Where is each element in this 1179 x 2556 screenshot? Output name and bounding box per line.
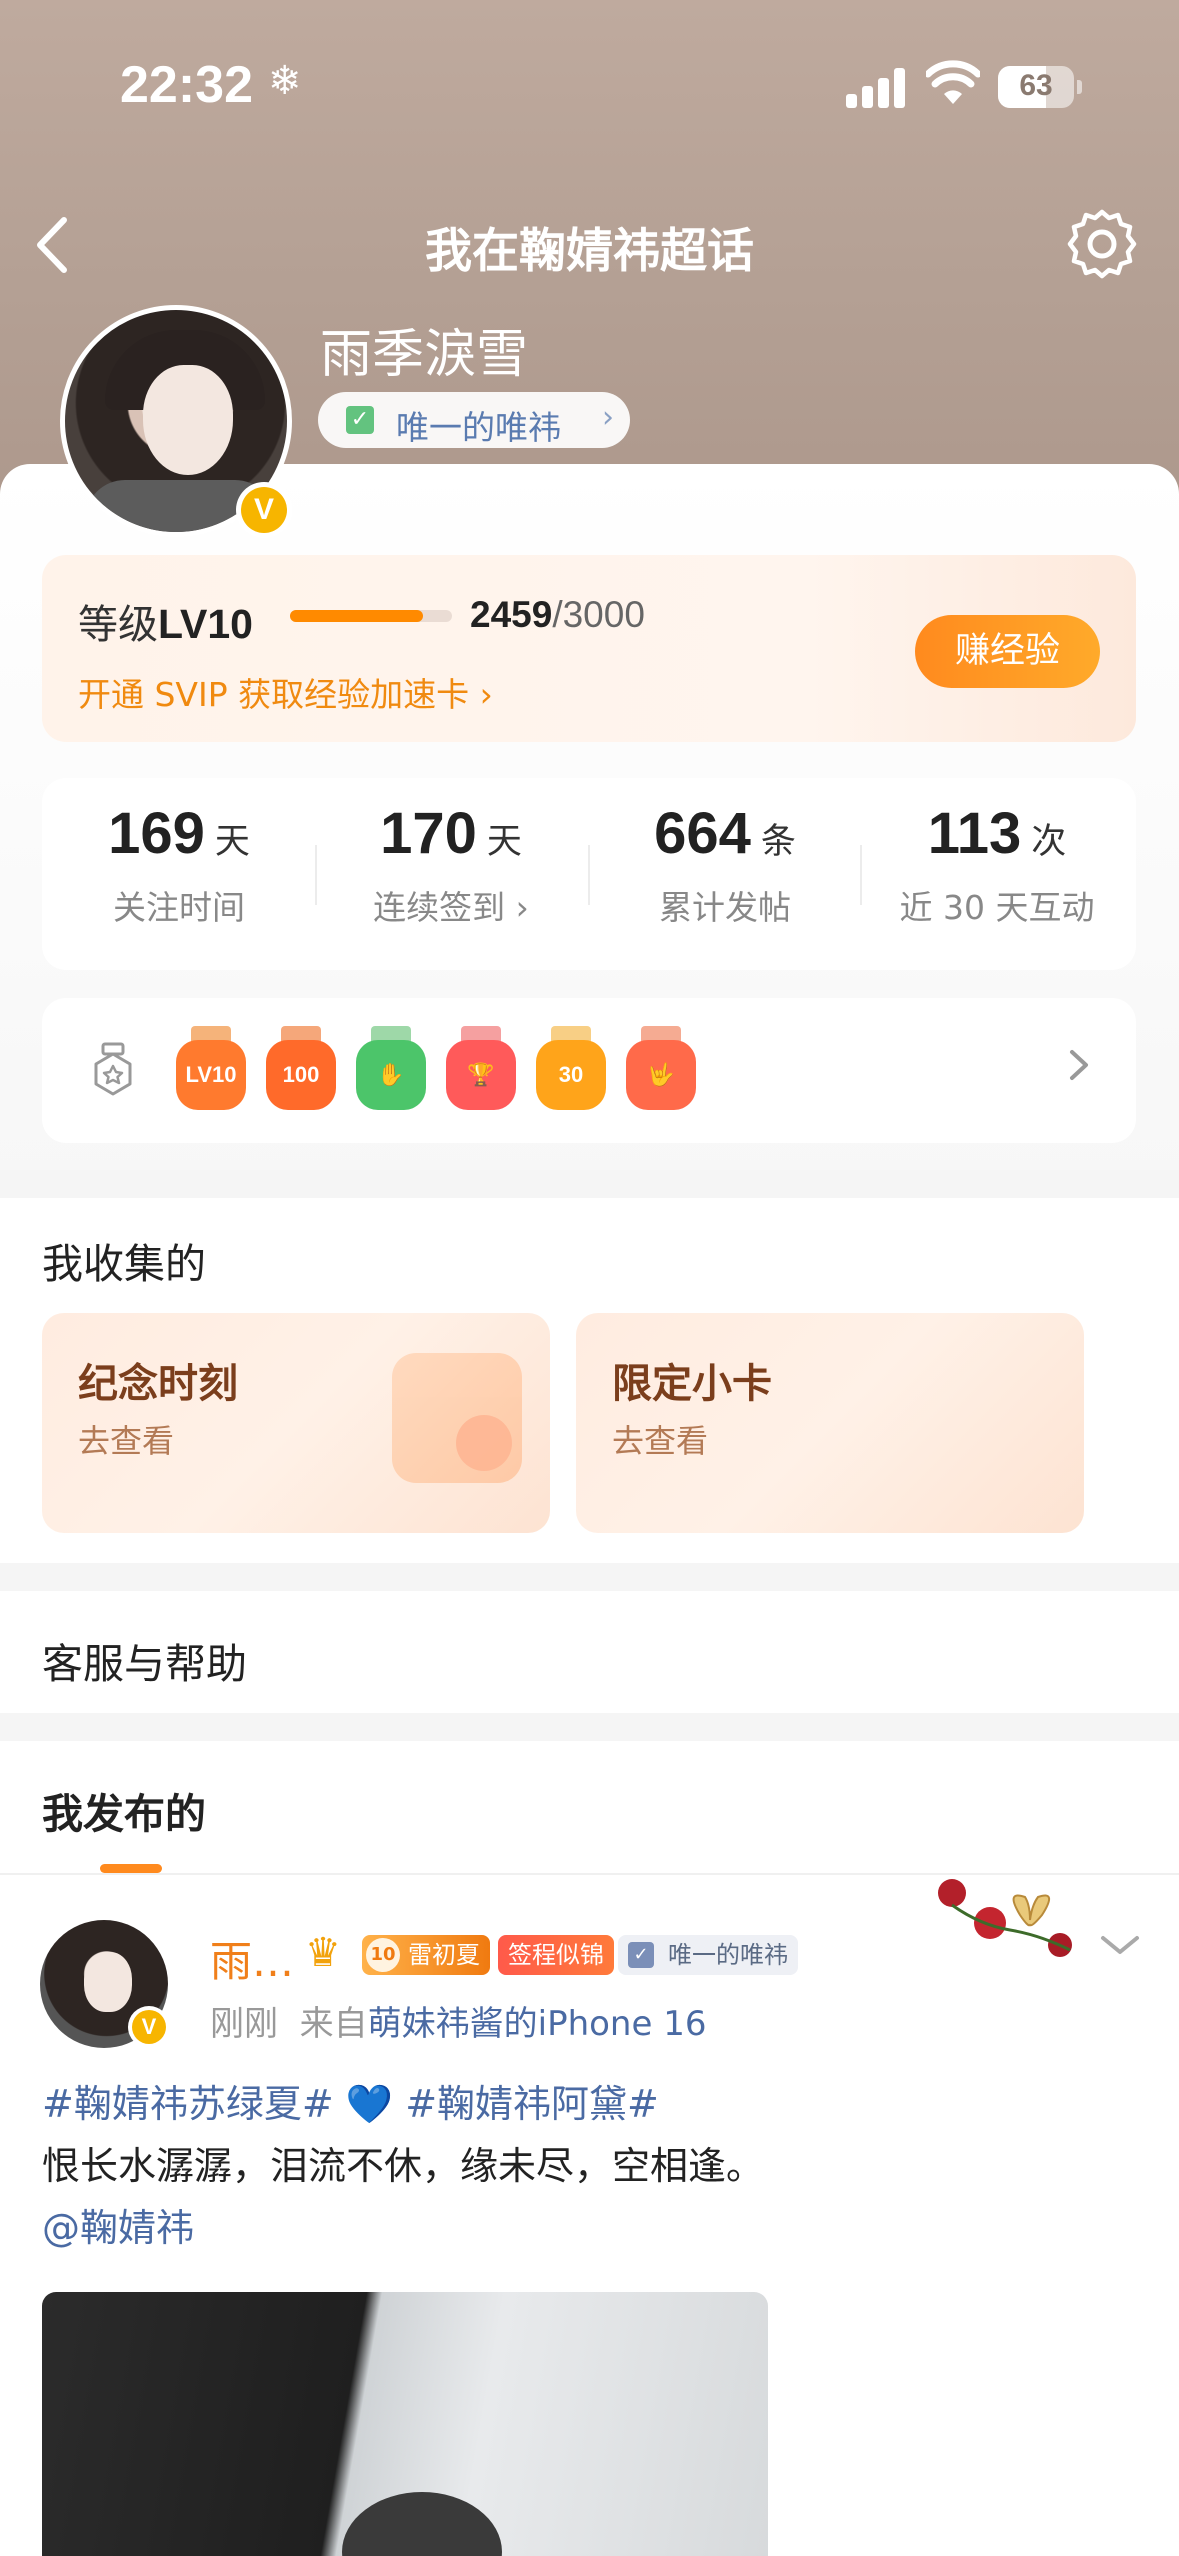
settings-gear-icon[interactable] [1064,206,1140,282]
level-progress-bar [290,610,452,622]
battery-indicator: 63 [998,66,1074,108]
stat-checkin-streak[interactable]: 170 天 连续签到 › [316,800,586,929]
username: 雨季淚雪 [320,325,529,385]
fan-group-label: 唯一的唯祎 [396,408,561,447]
level-badge-label: 雷初夏 [408,1941,480,1969]
stat-label: 近 30 天互动 [899,888,1095,927]
fan-badge-label: 唯一的唯祎 [668,1941,788,1969]
section-gap [0,1713,1179,1741]
medal-hand[interactable]: ✋ [356,1026,426,1112]
verified-badge-icon: V [128,2006,170,2048]
medal-level[interactable]: LV10 [176,1026,246,1112]
hashtag-link[interactable]: #鞠婧祎苏绿夏# [42,2082,334,2126]
svip-link[interactable]: 开通 SVIP 获取经验加速卡 › [78,668,493,716]
tab-active-indicator [100,1864,162,1873]
heart-shape [456,1415,512,1471]
battery-tip [1077,80,1082,94]
level-value: LV10 [158,601,253,647]
medal-badge: LV10 [176,1040,246,1110]
avatar-face [84,1952,132,2012]
sign-badge[interactable]: 签程似锦 [498,1935,614,1975]
fan-badge[interactable]: ✓ 唯一的唯祎 [618,1935,798,1975]
collection-card-moments[interactable]: 纪念时刻 去查看 [42,1313,550,1533]
post-from-label: 来自 [299,2004,368,2044]
stat-unit: 条 [760,822,796,862]
section-gap [0,1563,1179,1591]
crown-icon: ♛ [305,1930,341,1976]
card-title: 限定小卡 [612,1361,772,1407]
chevron-down-icon[interactable] [1097,1930,1143,1960]
post-source[interactable]: 萌妹祎酱的iPhone 16 [368,2004,707,2044]
image-subject [342,2492,502,2556]
wifi-icon [926,60,980,104]
battery-percent: 63 [1019,69,1053,102]
stat-label: 关注时间 [113,888,245,927]
chevron-right-icon: › [602,400,614,435]
medal-outline-icon [94,1042,132,1096]
stat-value: 664 [654,801,751,866]
stat-unit: 天 [486,822,522,862]
post-time: 刚刚 [210,2004,278,2044]
collection-card-limited[interactable]: 限定小卡 去查看 [576,1313,1084,1533]
level-badge[interactable]: 10 雷初夏 [362,1935,490,1975]
snowflake-icon: ❄ [268,58,302,104]
help-entry[interactable]: 客服与帮助 [42,1630,247,1690]
medal-100-days[interactable]: 100 [266,1026,336,1112]
earn-exp-button[interactable]: 赚经验 [915,615,1100,688]
verified-badge-icon: V [236,482,292,538]
calendar-heart-icon [392,1353,522,1483]
check-icon: ✓ [346,406,374,434]
page-title: 我在鞠婧祎超话 [425,224,754,279]
card-subtitle: 去查看 [612,1422,709,1460]
stat-unit: 次 [1031,822,1067,862]
stat-unit: 天 [214,822,250,862]
level-progress-fill [290,610,423,622]
stat-value: 113 [927,801,1022,866]
stat-label: 连续签到 › [373,888,529,927]
stat-total-posts: 664 条 累计发帖 [590,800,860,929]
medal-badge: ✋ [356,1040,426,1110]
medal-badge: 🤟 [626,1040,696,1110]
exp-current: 2459 [470,594,553,635]
card-title: 纪念时刻 [78,1361,238,1407]
collection-section-title: 我收集的 [42,1240,206,1288]
exp-max: /3000 [552,594,645,635]
tab-my-posts[interactable]: 我发布的 [42,1780,206,1840]
level-exp: 2459/3000 [470,594,645,636]
blue-heart-emoji: 💙 [345,2082,394,2126]
fan-group-tag[interactable]: ✓ 唯一的唯祎 › [318,392,630,448]
medal-badge: 30 [536,1040,606,1110]
stat-value: 169 [108,801,205,866]
stat-value: 170 [380,801,477,866]
section-gap [0,1170,1179,1198]
level-label: 等级LV10 [78,592,253,650]
check-icon: ✓ [628,1942,654,1968]
post-image[interactable] [42,2292,768,2556]
medal-trophy[interactable]: 🏆 [446,1026,516,1112]
cellular-signal-icon [846,68,906,108]
stat-follow-days: 169 天 关注时间 [44,800,314,929]
chevron-right-icon[interactable] [1064,1040,1094,1090]
mention-link[interactable]: @鞠婧祎 [42,2206,194,2250]
post-author-name[interactable]: 雨… [210,1928,294,1989]
post-text: 恨长水潺潺，泪流不休，缘未尽，空相逢。 [42,2144,765,2188]
post-content: #鞠婧祎苏绿夏# 💙 #鞠婧祎阿黛# 恨长水潺潺，泪流不休，缘未尽，空相逢。 @… [42,2073,1142,2259]
medal-30-days[interactable]: 30 [536,1026,606,1112]
avatar-face [143,365,233,475]
level-badge-number: 10 [366,1938,400,1972]
rose-butterfly-decoration-icon [938,1879,1072,1957]
stat-interactions: 113 次 近 30 天互动 [862,800,1132,929]
card-subtitle: 去查看 [78,1422,175,1460]
medal-badge: 100 [266,1040,336,1110]
level-prefix: 等级 [78,602,158,648]
stat-label: 累计发帖 [659,888,791,927]
medal-badge: 🏆 [446,1040,516,1110]
status-time: 22:32 [120,56,253,114]
post-meta: 刚刚 来自萌妹祎酱的iPhone 16 [210,1996,706,2045]
medal-gesture[interactable]: 🤟 [626,1026,696,1112]
hashtag-link[interactable]: #鞠婧祎阿黛# [405,2082,659,2126]
